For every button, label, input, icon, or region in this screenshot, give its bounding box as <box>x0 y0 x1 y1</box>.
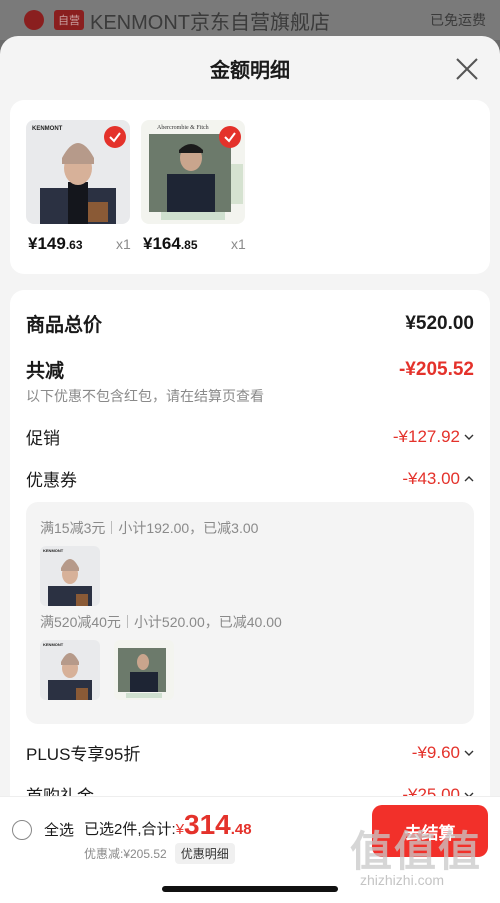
background-store-header: 自营 KENMONT京东自营旗舰店 已免运费 <box>0 0 500 40</box>
reduction-row: 共减 -¥205.52 <box>26 356 474 383</box>
total-cents: .48 <box>230 821 252 838</box>
plus-value: -¥9.60 <box>412 743 474 763</box>
plus-label: PLUS专享95折 <box>26 745 141 764</box>
promo-row[interactable]: 促销 -¥127.92 <box>26 424 474 449</box>
product-image: Abercrombie & Fitch <box>141 120 245 224</box>
watermark-logo: 值值值 <box>350 828 483 875</box>
total-summary: 已选2件,合计:¥314.48 <box>84 809 252 841</box>
sheet-title: 金额明细 <box>210 60 290 82</box>
svg-text:KENMONT: KENMONT <box>43 642 64 647</box>
product-item-1[interactable]: KENMONT ¥149.63 x1 <box>26 120 134 253</box>
product-quantity: x1 <box>116 236 131 252</box>
currency-symbol: ¥ <box>175 821 185 838</box>
total-amount: 314 <box>184 809 231 840</box>
checked-circle-icon[interactable] <box>219 126 241 148</box>
selected-count-text: 已选2件,合计: <box>84 821 176 838</box>
coupon-product-image: KENMONT <box>40 640 100 700</box>
product-price: ¥164.85 <box>143 234 198 253</box>
subtotal-label: 商品总价 <box>26 315 103 336</box>
chevron-down-icon <box>464 434 474 440</box>
promo-value: -¥127.92 <box>393 427 474 447</box>
plus-discount-row[interactable]: PLUS专享95折 -¥9.60 <box>26 740 474 765</box>
self-operated-badge: 自营 <box>54 10 84 30</box>
coupon-breakdown: 满15减3元 小计192.00，已减3.00 KENMONT 满520减40元 小计… <box>26 502 474 724</box>
subtotal-value: ¥520.00 <box>405 312 474 334</box>
coupon-product-image: KENMONT <box>40 546 100 606</box>
svg-text:KENMONT: KENMONT <box>43 548 64 553</box>
svg-text:KENMONT: KENMONT <box>32 126 63 132</box>
select-all-label: 全选 <box>44 822 75 839</box>
chevron-down-icon <box>464 750 474 756</box>
store-name: KENMONT京东自营旗舰店 <box>90 11 330 34</box>
amount-detail-sheet: 金额明细 KENMONT ¥149.63 x1 Abercrombie & Fi… <box>0 36 500 903</box>
reduction-note: 以下优惠不包含红包，请在结算页查看 <box>26 388 264 404</box>
coupon-row[interactable]: 优惠券 -¥43.00 <box>26 466 474 491</box>
shipping-info: 已免运费 <box>430 12 486 28</box>
products-card: KENMONT ¥149.63 x1 Abercrombie & Fitch ¥… <box>10 100 490 274</box>
store-check-icon <box>24 10 44 30</box>
reduction-value: -¥205.52 <box>398 358 474 380</box>
close-icon[interactable] <box>454 56 480 82</box>
price-details-card: 商品总价 ¥520.00 共减 -¥205.52 以下优惠不包含红包，请在结算页… <box>10 290 490 850</box>
product-quantity: x1 <box>231 236 246 252</box>
select-all-radio[interactable] <box>12 819 32 840</box>
watermark-url: zhizhizhi.com <box>360 872 445 888</box>
chevron-up-icon <box>464 475 474 481</box>
product-item-2[interactable]: Abercrombie & Fitch ¥164.85 x1 <box>141 120 249 253</box>
coupon-product-image <box>114 640 174 700</box>
reduction-label: 共减 <box>26 361 65 382</box>
product-price: ¥149.63 <box>28 234 83 253</box>
promo-label: 促销 <box>26 429 60 448</box>
home-indicator[interactable] <box>162 886 338 892</box>
brand-logo: Abercrombie & Fitch <box>157 125 209 131</box>
coupon-line-1: 满15减3元 小计192.00，已减3.00 <box>40 520 259 536</box>
coupon-line-2: 满520减40元 小计520.00，已减40.00 <box>40 614 282 630</box>
coupon-label: 优惠券 <box>26 471 77 490</box>
discount-detail-button[interactable]: 优惠明细 <box>174 843 235 864</box>
discount-summary: 优惠减:¥205.52 优惠明细 <box>84 843 235 864</box>
subtotal-row: 商品总价 ¥520.00 <box>26 310 474 337</box>
select-all-toggle[interactable]: 全选 <box>12 819 74 840</box>
checked-circle-icon[interactable] <box>104 126 126 148</box>
reduction-note-row: 以下优惠不包含红包，请在结算页查看 <box>26 386 474 406</box>
coupon-value: -¥43.00 <box>402 469 474 489</box>
product-image: KENMONT <box>26 120 130 224</box>
discount-text: 优惠减:¥205.52 <box>84 847 167 861</box>
